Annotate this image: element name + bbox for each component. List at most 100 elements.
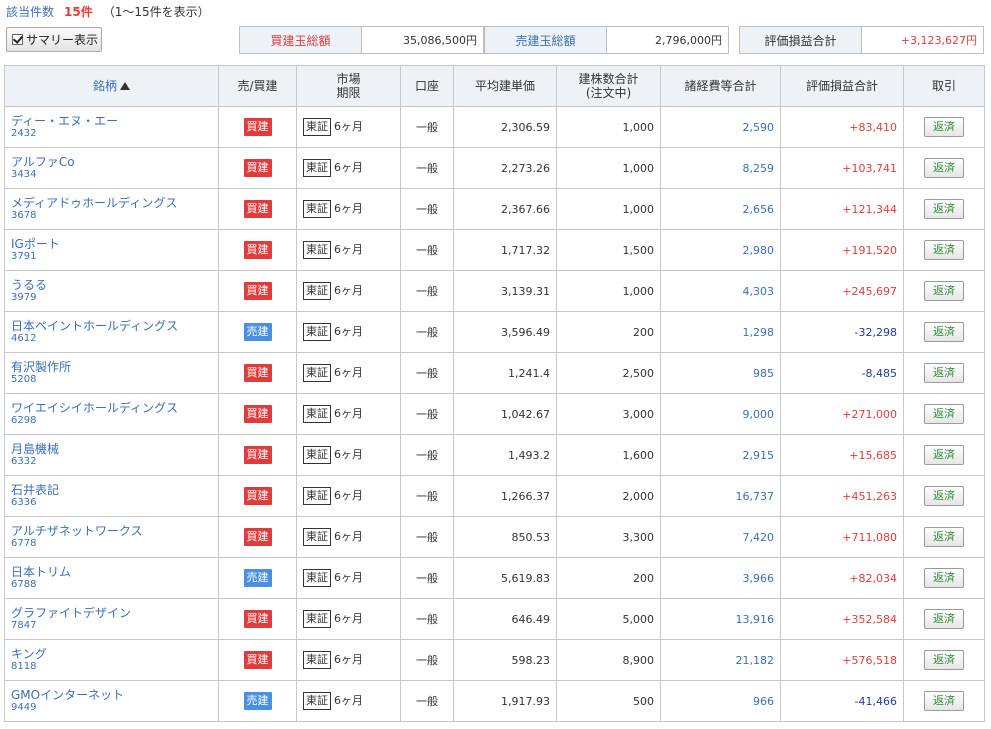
side-cell: 売建: [218, 311, 297, 353]
summary-toggle-button[interactable]: サマリー表示: [6, 27, 102, 52]
qty-cell: 1,000: [556, 188, 661, 230]
avg-price-cell: 850.53: [453, 516, 557, 558]
sort-ascending-icon: [120, 82, 130, 90]
market-badge: 東証: [303, 200, 331, 218]
side-cell: 買建: [218, 639, 297, 681]
pl-cell: +271,000: [780, 393, 904, 435]
side-badge: 買建: [243, 200, 272, 218]
stock-name-link[interactable]: 有沢製作所: [11, 360, 212, 374]
market-cell: 東証 6ヶ月: [296, 106, 401, 148]
repay-button[interactable]: 返済: [924, 650, 964, 670]
qty-cell: 3,300: [556, 516, 661, 558]
term-text: 6ヶ月: [334, 325, 363, 338]
action-cell: 返済: [903, 598, 985, 640]
account-cell: 一般: [400, 680, 454, 722]
fees-cell: 966: [660, 680, 781, 722]
repay-button[interactable]: 返済: [924, 445, 964, 465]
action-cell: 返済: [903, 352, 985, 394]
positions-table: 銘柄 売/買建 市場 期限 口座 平均建単価 建株数合計 (注文中) 諸経費等合計 …: [4, 65, 985, 722]
account-cell: 一般: [400, 229, 454, 271]
market-cell: 東証 6ヶ月: [296, 229, 401, 271]
repay-button[interactable]: 返済: [924, 691, 964, 711]
repay-button[interactable]: 返済: [924, 404, 964, 424]
repay-button[interactable]: 返済: [924, 199, 964, 219]
side-cell: 買建: [218, 147, 297, 189]
repay-button[interactable]: 返済: [924, 363, 964, 383]
stock-name-link[interactable]: 月島機械: [11, 442, 212, 456]
action-cell: 返済: [903, 270, 985, 312]
stock-name-link[interactable]: グラファイトデザイン: [11, 606, 212, 620]
pl-cell: +121,344: [780, 188, 904, 230]
pl-cell: +451,263: [780, 475, 904, 517]
side-cell: 買建: [218, 598, 297, 640]
stock-name-link[interactable]: IGポート: [11, 237, 212, 251]
market-cell: 東証 6ヶ月: [296, 598, 401, 640]
repay-button[interactable]: 返済: [924, 117, 964, 137]
result-count: 該当件数 15件 （1～15件を表示）: [6, 3, 210, 20]
account-cell: 一般: [400, 147, 454, 189]
account-cell: 一般: [400, 434, 454, 476]
stock-name-link[interactable]: GMOインターネット: [11, 688, 212, 702]
repay-button[interactable]: 返済: [924, 240, 964, 260]
checkbox-icon[interactable]: [12, 34, 23, 45]
pl-cell: +711,080: [780, 516, 904, 558]
repay-button[interactable]: 返済: [924, 158, 964, 178]
stock-name-link[interactable]: ワイエイシイホールディングス: [11, 401, 212, 415]
col-name-header[interactable]: 銘柄: [4, 65, 219, 107]
stock-code: 6778: [11, 538, 37, 549]
term-text: 6ヶ月: [334, 161, 363, 174]
stock-cell: メディアドゥホールディングス 3678: [4, 188, 219, 230]
fees-cell: 2,656: [660, 188, 781, 230]
stock-name-link[interactable]: アルチザネットワークス: [11, 524, 212, 538]
stock-name-link[interactable]: ディー・エヌ・エー: [11, 114, 212, 128]
action-cell: 返済: [903, 229, 985, 271]
stock-cell: 有沢製作所 5208: [4, 352, 219, 394]
buy-total-label: 買建玉総額: [240, 27, 362, 53]
stock-name-link[interactable]: メディアドゥホールディングス: [11, 196, 212, 210]
sell-total-box: 売建玉総額 2,796,000円: [484, 26, 729, 54]
stock-code: 5208: [11, 374, 37, 385]
repay-button[interactable]: 返済: [924, 281, 964, 301]
market-badge: 東証: [303, 118, 331, 136]
term-text: 6ヶ月: [334, 653, 363, 666]
stock-name-link[interactable]: キング: [11, 647, 212, 661]
pl-cell: +15,685: [780, 434, 904, 476]
qty-cell: 2,500: [556, 352, 661, 394]
repay-button[interactable]: 返済: [924, 527, 964, 547]
market-cell: 東証 6ヶ月: [296, 557, 401, 599]
table-row: ワイエイシイホールディングス 6298 買建 東証 6ヶ月 一般 1,042.67 3,000…: [4, 393, 985, 435]
table-row: アルファCo 3434 買建 東証 6ヶ月 一般 2,273.26 1,000 8,259 +10…: [4, 147, 985, 189]
stock-name-link[interactable]: うるる: [11, 278, 212, 292]
avg-price-cell: 1,042.67: [453, 393, 557, 435]
table-row: 石井表記 6336 買建 東証 6ヶ月 一般 1,266.37 2,000 16,737 +451…: [4, 475, 985, 517]
term-text: 6ヶ月: [334, 120, 363, 133]
qty-cell: 200: [556, 557, 661, 599]
stock-name-link[interactable]: 日本ペイントホールディングス: [11, 319, 212, 333]
market-badge: 東証: [303, 323, 331, 341]
side-badge: 買建: [243, 405, 272, 423]
term-text: 6ヶ月: [334, 612, 363, 625]
repay-button[interactable]: 返済: [924, 486, 964, 506]
avg-price-cell: 1,717.32: [453, 229, 557, 271]
table-row: IGポート 3791 買建 東証 6ヶ月 一般 1,717.32 1,500 2,980 +191…: [4, 229, 985, 271]
stock-code: 4612: [11, 333, 37, 344]
side-cell: 買建: [218, 434, 297, 476]
stock-cell: アルチザネットワークス 6778: [4, 516, 219, 558]
stock-name-link[interactable]: アルファCo: [11, 155, 212, 169]
stock-cell: うるる 3979: [4, 270, 219, 312]
repay-button[interactable]: 返済: [924, 609, 964, 629]
repay-button[interactable]: 返済: [924, 568, 964, 588]
stock-name-link[interactable]: 日本トリム: [11, 565, 212, 579]
fees-cell: 4,303: [660, 270, 781, 312]
stock-name-link[interactable]: 石井表記: [11, 483, 212, 497]
repay-button[interactable]: 返済: [924, 322, 964, 342]
stock-code: 9449: [11, 702, 37, 713]
market-badge: 東証: [303, 241, 331, 259]
action-cell: 返済: [903, 393, 985, 435]
pl-total-value: +3,123,627円: [900, 34, 977, 47]
qty-cell: 1,500: [556, 229, 661, 271]
avg-price-cell: 1,493.2: [453, 434, 557, 476]
count-value: 15件: [64, 5, 93, 19]
side-cell: 買建: [218, 352, 297, 394]
term-text: 6ヶ月: [334, 448, 363, 461]
